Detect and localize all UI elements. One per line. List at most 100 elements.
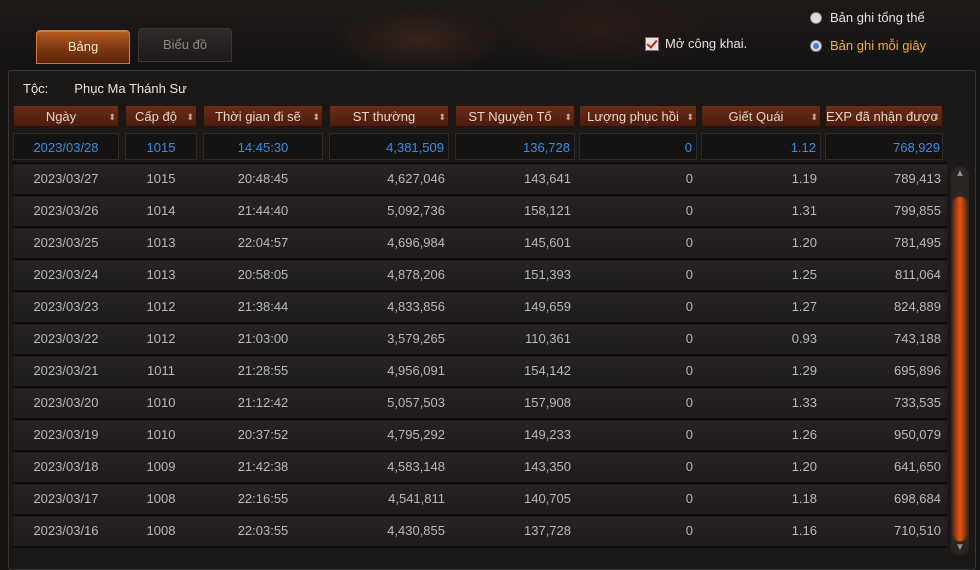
cell-date: 2023/03/25 (33, 235, 99, 250)
cell-time: 20:37:52 (237, 427, 289, 442)
cell-element-damage: 143,641 (524, 171, 571, 186)
cell-element-damage: 149,233 (524, 427, 571, 442)
cell-level: 1015 (146, 171, 176, 186)
col-header-recovery[interactable]: Lượng phục hồi (579, 105, 697, 127)
table-row[interactable]: 2023/03/26 1014 21:44:40 5,092,736 158,121 0 1… (13, 197, 947, 228)
col-header-level[interactable]: Cấp độ (125, 105, 197, 127)
radio-per-second-icon[interactable] (810, 39, 822, 52)
cell-exp: 768,929 (825, 133, 943, 160)
cell-level: 1015 (125, 133, 197, 160)
cell-normal-damage: 5,092,736 (387, 203, 445, 218)
cell-normal-damage: 4,956,091 (387, 363, 445, 378)
scroll-down-icon[interactable]: ▼ (951, 541, 969, 555)
cell-recovery: 0 (685, 267, 693, 282)
table-row[interactable]: 2023/03/17 1008 22:16:55 4,541,811 140,705 0 1… (13, 485, 947, 516)
table-row[interactable]: 2023/03/19 1010 20:37:52 4,795,292 149,233 0 1… (13, 421, 947, 452)
radio-per-second-label: Bản ghi mỗi giây (830, 38, 927, 53)
cell-normal-damage: 4,627,046 (387, 171, 445, 186)
cell-date: 2023/03/20 (33, 395, 99, 410)
cell-normal-damage: 4,583,148 (387, 459, 445, 474)
cell-normal-damage: 4,430,855 (387, 523, 445, 538)
cell-date: 2023/03/22 (33, 331, 99, 346)
col-header-date[interactable]: Ngày (13, 105, 119, 127)
radio-overall[interactable]: Bản ghi tổng thể (810, 10, 925, 25)
col-header-time[interactable]: Thời gian đi sẽ (203, 105, 323, 127)
tab-table[interactable]: Bảng (36, 30, 130, 64)
cell-level: 1011 (147, 363, 175, 378)
cell-element-damage: 151,393 (524, 267, 571, 282)
scrollbar-thumb[interactable] (954, 197, 966, 541)
table-row[interactable]: 2023/03/18 1009 21:42:38 4,583,148 143,350 0 1… (13, 453, 947, 484)
cell-level: 1013 (146, 235, 176, 250)
cell-exp: 710,510 (894, 523, 941, 538)
cell-date: 2023/03/18 (33, 459, 99, 474)
table-row[interactable]: 2023/03/20 1010 21:12:42 5,057,503 157,908 0 1… (13, 389, 947, 420)
cell-element-damage: 145,601 (524, 235, 571, 250)
cell-normal-damage: 4,381,509 (329, 133, 449, 160)
cell-level: 1013 (146, 267, 176, 282)
cell-level: 1010 (146, 427, 176, 442)
cell-date: 2023/03/26 (33, 203, 99, 218)
cell-normal-damage: 5,057,503 (387, 395, 445, 410)
cell-recovery: 0 (579, 133, 697, 160)
table-row[interactable]: 2023/03/22 1012 21:03:00 3,579,265 110,361 0 0… (13, 325, 947, 356)
cell-exp: 811,064 (894, 267, 941, 282)
cell-element-damage: 157,908 (524, 395, 571, 410)
table-row[interactable]: 2023/03/28 1015 14:45:30 4,381,509 136,728 0 1… (13, 133, 947, 164)
table-row[interactable]: 2023/03/24 1013 20:58:05 4,878,206 151,393 0 1… (13, 261, 947, 292)
cell-level: 1014 (146, 203, 176, 218)
cell-kills: 1.16 (791, 523, 817, 538)
table-row[interactable]: 2023/03/25 1013 22:04:57 4,696,984 145,601 0 1… (13, 229, 947, 260)
cell-normal-damage: 4,696,984 (387, 235, 445, 250)
table-row[interactable]: 2023/03/27 1015 20:48:45 4,627,046 143,641 0 1… (13, 165, 947, 196)
cell-time: 21:28:55 (237, 363, 289, 378)
cell-element-damage: 140,705 (524, 491, 571, 506)
cell-element-damage: 158,121 (524, 203, 571, 218)
cell-kills: 0.93 (791, 331, 817, 346)
cell-exp: 781,495 (894, 235, 941, 250)
cell-recovery: 0 (685, 491, 693, 506)
radio-overall-label: Bản ghi tổng thể (830, 10, 925, 25)
scrollbar[interactable]: ▲ ▼ (951, 167, 969, 555)
cell-date: 2023/03/19 (33, 427, 99, 442)
table-row[interactable]: 2023/03/21 1011 21:28:55 4,956,091 154,142 0 1… (13, 357, 947, 388)
cell-exp: 789,413 (894, 171, 941, 186)
public-checkbox[interactable] (645, 36, 659, 51)
cell-kills: 1.18 (791, 491, 817, 506)
tab-chart[interactable]: Biểu đồ (138, 28, 232, 62)
cell-date: 2023/03/23 (33, 299, 99, 314)
cell-time: 20:58:05 (237, 267, 289, 282)
radio-per-second[interactable]: Bản ghi mỗi giây (810, 38, 926, 53)
cell-kills: 1.25 (791, 267, 817, 282)
cell-recovery: 0 (685, 395, 693, 410)
cell-level: 1008 (146, 523, 176, 538)
cell-kills: 1.31 (791, 203, 817, 218)
cell-time: 21:12:42 (237, 395, 289, 410)
table-row[interactable]: 2023/03/23 1012 21:38:44 4,833,856 149,659 0 1… (13, 293, 947, 324)
cell-element-damage: 136,728 (455, 133, 575, 160)
public-toggle[interactable]: Mở công khai. (645, 36, 747, 51)
cell-time: 14:45:30 (203, 133, 323, 160)
cell-time: 21:38:44 (237, 299, 289, 314)
col-header-element-damage[interactable]: ST Nguyên Tố (455, 105, 575, 127)
radio-overall-icon[interactable] (810, 11, 822, 24)
cell-element-damage: 110,361 (524, 331, 571, 346)
cell-time: 22:04:57 (237, 235, 289, 250)
cell-kills: 1.29 (791, 363, 817, 378)
cell-exp: 733,535 (894, 395, 941, 410)
race-info: Tộc: Phục Ma Thánh Sư (23, 81, 187, 96)
col-header-kills[interactable]: Giết Quái (701, 105, 821, 127)
cell-recovery: 0 (685, 523, 693, 538)
cell-element-damage: 137,728 (524, 523, 571, 538)
records-panel: Tộc: Phục Ma Thánh Sư Ngày Cấp độ Thời g… (8, 70, 976, 570)
cell-date: 2023/03/16 (33, 523, 99, 538)
table-row[interactable]: 2023/03/16 1008 22:03:55 4,430,855 137,728 0 1… (13, 517, 947, 548)
col-header-normal-damage[interactable]: ST thường (329, 105, 449, 127)
cell-exp: 950,079 (894, 427, 941, 442)
cell-normal-damage: 3,579,265 (387, 331, 445, 346)
scroll-up-icon[interactable]: ▲ (951, 167, 969, 181)
col-header-exp[interactable]: EXP đã nhận được (825, 105, 943, 127)
cell-recovery: 0 (685, 459, 693, 474)
cell-level: 1010 (146, 395, 176, 410)
cell-exp: 799,855 (894, 203, 941, 218)
